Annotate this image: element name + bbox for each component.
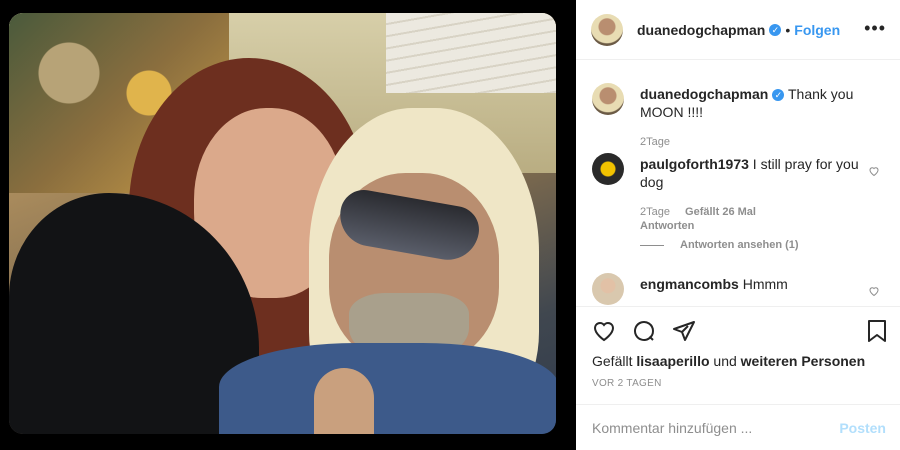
post-side-panel: duanedogchapman ✓ • Folgen ••• duanedogc… [576, 0, 900, 450]
heart-icon[interactable] [592, 319, 616, 343]
caption-time[interactable]: 2Tage [640, 136, 670, 148]
post-comment-button[interactable]: Posten [839, 420, 886, 436]
caption-meta: 2Tage [640, 135, 682, 149]
liked-by: Gefällt lisaaperillo und weiteren Person… [592, 353, 865, 369]
comment-input[interactable] [592, 420, 840, 436]
comment-avatar[interactable] [592, 273, 624, 305]
caption-username[interactable]: duanedogchapman [640, 86, 768, 102]
comment-icon[interactable] [632, 319, 656, 343]
header-separator: • [785, 21, 791, 38]
caption-text-block: duanedogchapman ✓ Thank you MOON !!!! [640, 85, 860, 121]
post-header: duanedogchapman ✓ • Folgen ••• [576, 0, 900, 60]
comment-meta: 2Tage Gefällt 26 Mal Antworten [640, 205, 768, 233]
author-avatar[interactable] [591, 13, 623, 46]
comment-text: Hmmm [742, 276, 788, 292]
photo-man-jacket [219, 343, 556, 434]
photo-thumb [314, 368, 374, 434]
photo-ceiling [386, 13, 556, 93]
share-icon[interactable] [672, 319, 696, 343]
replies-divider [640, 244, 664, 246]
add-comment-bar: Posten [576, 404, 900, 450]
bookmark-icon[interactable] [866, 319, 888, 343]
action-icons [592, 319, 696, 343]
caption-avatar[interactable] [592, 83, 624, 115]
liked-by-prefix: Gefällt [592, 353, 633, 369]
follow-button[interactable]: Folgen [794, 22, 840, 38]
liked-by-middle: und [713, 353, 737, 369]
post-photo[interactable] [9, 13, 556, 434]
comment-like-heart-icon[interactable] [868, 165, 880, 177]
comment-text-block: paulgoforth1973 I still pray for you dog [640, 155, 860, 191]
post-actions: Gefällt lisaaperillo und weiteren Person… [576, 306, 900, 450]
media-area [0, 0, 576, 450]
view-replies-label[interactable]: Antworten ansehen (1) [680, 239, 799, 251]
comment-text-block: engmancombs Hmmm [640, 275, 860, 293]
comment-reply-button[interactable]: Antworten [640, 219, 768, 233]
comment-avatar[interactable] [592, 153, 624, 185]
author-username[interactable]: duanedogchapman [637, 22, 765, 38]
comment-username[interactable]: paulgoforth1973 [640, 156, 749, 172]
post-date[interactable]: VOR 2 TAGEN [592, 378, 662, 389]
comments-list[interactable]: duanedogchapman ✓ Thank you MOON !!!! 2Ta… [576, 61, 900, 306]
comment-time[interactable]: 2Tage [640, 206, 670, 218]
comment-like-heart-icon[interactable] [868, 285, 880, 297]
view-replies[interactable]: Antworten ansehen (1) [640, 239, 799, 251]
bookmark-button[interactable] [866, 319, 888, 343]
comment-likes[interactable]: Gefällt 26 Mal [685, 206, 756, 218]
more-options-icon[interactable]: ••• [864, 18, 886, 39]
liked-by-others[interactable]: weiteren Personen [741, 353, 866, 369]
liked-by-user[interactable]: lisaaperillo [636, 353, 709, 369]
verified-badge-icon: ✓ [772, 89, 785, 102]
verified-badge-icon: ✓ [769, 23, 782, 36]
comment-username[interactable]: engmancombs [640, 276, 739, 292]
